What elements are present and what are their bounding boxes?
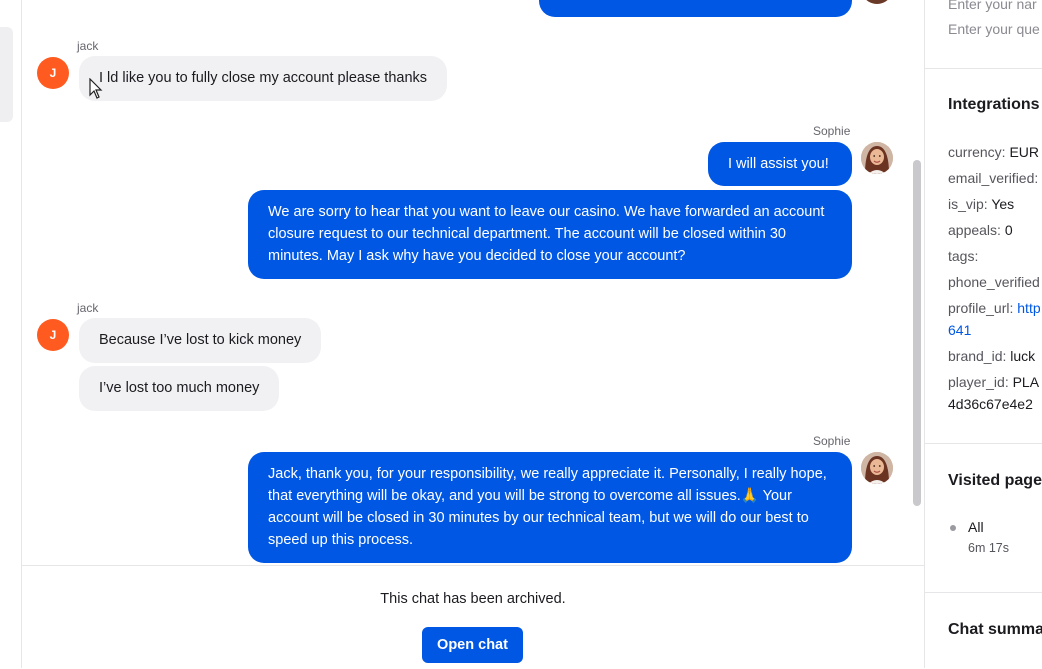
integration-row: email_verified:	[948, 170, 1039, 186]
integration-row-continued: 641	[948, 322, 971, 338]
sender-name: jack	[77, 301, 99, 315]
user-avatar: J	[37, 57, 69, 89]
integration-row: is_vip: Yes	[948, 196, 1015, 212]
profile-url-link-continued[interactable]: 641	[948, 322, 971, 338]
integrations-title: Integrations	[948, 96, 1040, 113]
open-chat-button[interactable]: Open chat	[422, 627, 523, 663]
visited-page-label[interactable]: All	[968, 519, 984, 535]
sophie-avatar	[861, 142, 893, 174]
message-bubble-outgoing-partial	[539, 0, 852, 17]
integration-row: profile_url: http	[948, 300, 1041, 316]
chat-scrollbar[interactable]	[913, 160, 921, 506]
message-bubble-outgoing: I will assist you!	[708, 142, 852, 186]
integration-row: brand_id: luck	[948, 348, 1036, 364]
left-collapse-tab[interactable]	[0, 27, 13, 122]
integration-row: player_id: PLA	[948, 374, 1040, 390]
message-bubble-incoming: Because I’ve lost to kick money	[79, 318, 322, 363]
visited-page-duration: 6m 17s	[968, 541, 1009, 555]
chat-summary-section: Chat summa	[925, 593, 1042, 668]
integrations-section: Integrations currency: EUR email_verifie…	[925, 69, 1042, 444]
left-strip	[0, 0, 22, 668]
chat-summary-title: Chat summa	[948, 621, 1042, 638]
message-bubble-incoming: I ld like you to fully close my account …	[79, 56, 448, 101]
mouse-cursor-icon	[89, 78, 103, 99]
integration-row: appeals: 0	[948, 222, 1013, 238]
sophie-avatar	[861, 452, 893, 484]
message-bubble-outgoing: Jack, thank you, for your responsibility…	[248, 452, 852, 563]
integration-row: tags:	[948, 248, 979, 264]
customer-info-panel: Enter your nar Enter your que Integratio…	[925, 0, 1042, 668]
question-field[interactable]: Enter your que	[948, 21, 1040, 37]
visited-pages-section: Visited page All 6m 17s	[925, 444, 1042, 593]
sender-name: jack	[77, 39, 99, 53]
user-avatar: J	[37, 319, 69, 351]
message-bubble-incoming: I’ve lost too much money	[79, 366, 280, 411]
integration-row: phone_verified	[948, 274, 1040, 290]
bullet-icon	[950, 525, 956, 531]
archived-notice: This chat has been archived.	[380, 591, 566, 607]
chat-footer: This chat has been archived. Open chat	[22, 565, 924, 669]
pre-chat-form-section: Enter your nar Enter your que	[925, 0, 1042, 69]
integration-row: currency: EUR	[948, 144, 1040, 160]
message-bubble-outgoing: We are sorry to hear that you want to le…	[248, 190, 852, 279]
profile-url-link[interactable]: http	[1017, 300, 1040, 316]
visited-pages-title: Visited page	[948, 472, 1042, 489]
integration-row-continued: 4d36c67e4e2	[948, 396, 1033, 412]
sender-name: Sophie	[813, 434, 851, 448]
sender-name: Sophie	[813, 124, 851, 138]
name-field[interactable]: Enter your nar	[948, 0, 1037, 12]
